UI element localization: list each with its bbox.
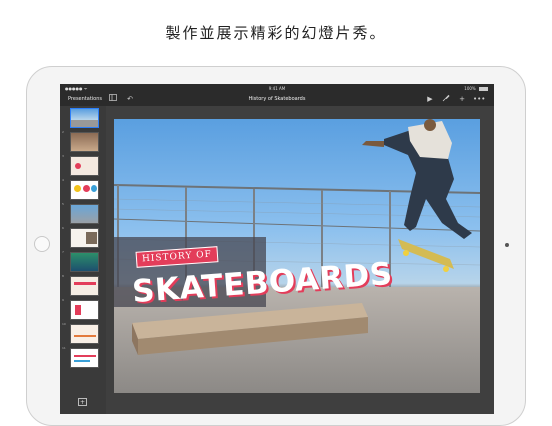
slide-navigator: 2 3 4 5 6 7 8 9 10 11 + — [60, 106, 106, 414]
slide-thumbnail-3[interactable] — [70, 156, 99, 176]
status-bar: ●●●●● ᯤ 9:41 AM 100% — [60, 84, 494, 92]
current-slide[interactable]: HISTORY OF SKATEBOARDS — [114, 119, 480, 393]
marketing-headline: 製作並展示精彩的幻燈片秀。 — [165, 24, 387, 42]
slide-thumbnail-4[interactable] — [70, 180, 99, 200]
slide-number: 2 — [62, 130, 64, 134]
play-icon[interactable]: ▶ — [425, 94, 435, 104]
slide-thumbnail-6[interactable] — [70, 228, 99, 248]
wooden-box-image — [132, 303, 368, 355]
slide-number: 7 — [62, 250, 64, 254]
add-slide-label: + — [79, 399, 86, 406]
slide-number: 10 — [62, 322, 66, 326]
slide-number: 9 — [62, 298, 64, 302]
battery-percent: 100% — [464, 86, 476, 91]
front-camera — [505, 243, 509, 247]
slide-number: 8 — [62, 274, 64, 278]
slide-thumbnail-10[interactable] — [70, 324, 99, 344]
slide-canvas-area: HISTORY OF SKATEBOARDS — [106, 106, 494, 414]
home-button[interactable] — [34, 236, 50, 252]
slide-thumbnail-11[interactable] — [70, 348, 99, 368]
slide-number: 11 — [62, 346, 66, 350]
slide-number: 6 — [62, 226, 64, 230]
keynote-app-screen: ●●●●● ᯤ 9:41 AM 100% Presentations ↶ His… — [60, 84, 494, 414]
add-icon[interactable]: + — [457, 94, 467, 104]
slide-thumbnail-7[interactable] — [70, 252, 99, 272]
slide-number: 5 — [62, 202, 64, 206]
slide-thumbnail-5[interactable] — [70, 204, 99, 224]
slide-thumbnail-9[interactable] — [70, 300, 99, 320]
status-time: 9:41 AM — [268, 86, 286, 91]
slide-thumbnail-1[interactable] — [70, 108, 99, 128]
slide-thumbnail-8[interactable] — [70, 276, 99, 296]
add-slide-button[interactable]: + — [78, 398, 87, 406]
more-icon[interactable]: ••• — [473, 94, 485, 104]
slide-thumbnail-2[interactable] — [70, 132, 99, 152]
battery-icon — [479, 87, 488, 91]
slide-number: 4 — [62, 178, 64, 182]
app-toolbar: Presentations ↶ History of Skateboards ▶… — [60, 92, 494, 106]
slide-number: 3 — [62, 154, 64, 158]
battery-status: 100% — [464, 86, 488, 91]
format-brush-icon[interactable] — [441, 94, 451, 104]
